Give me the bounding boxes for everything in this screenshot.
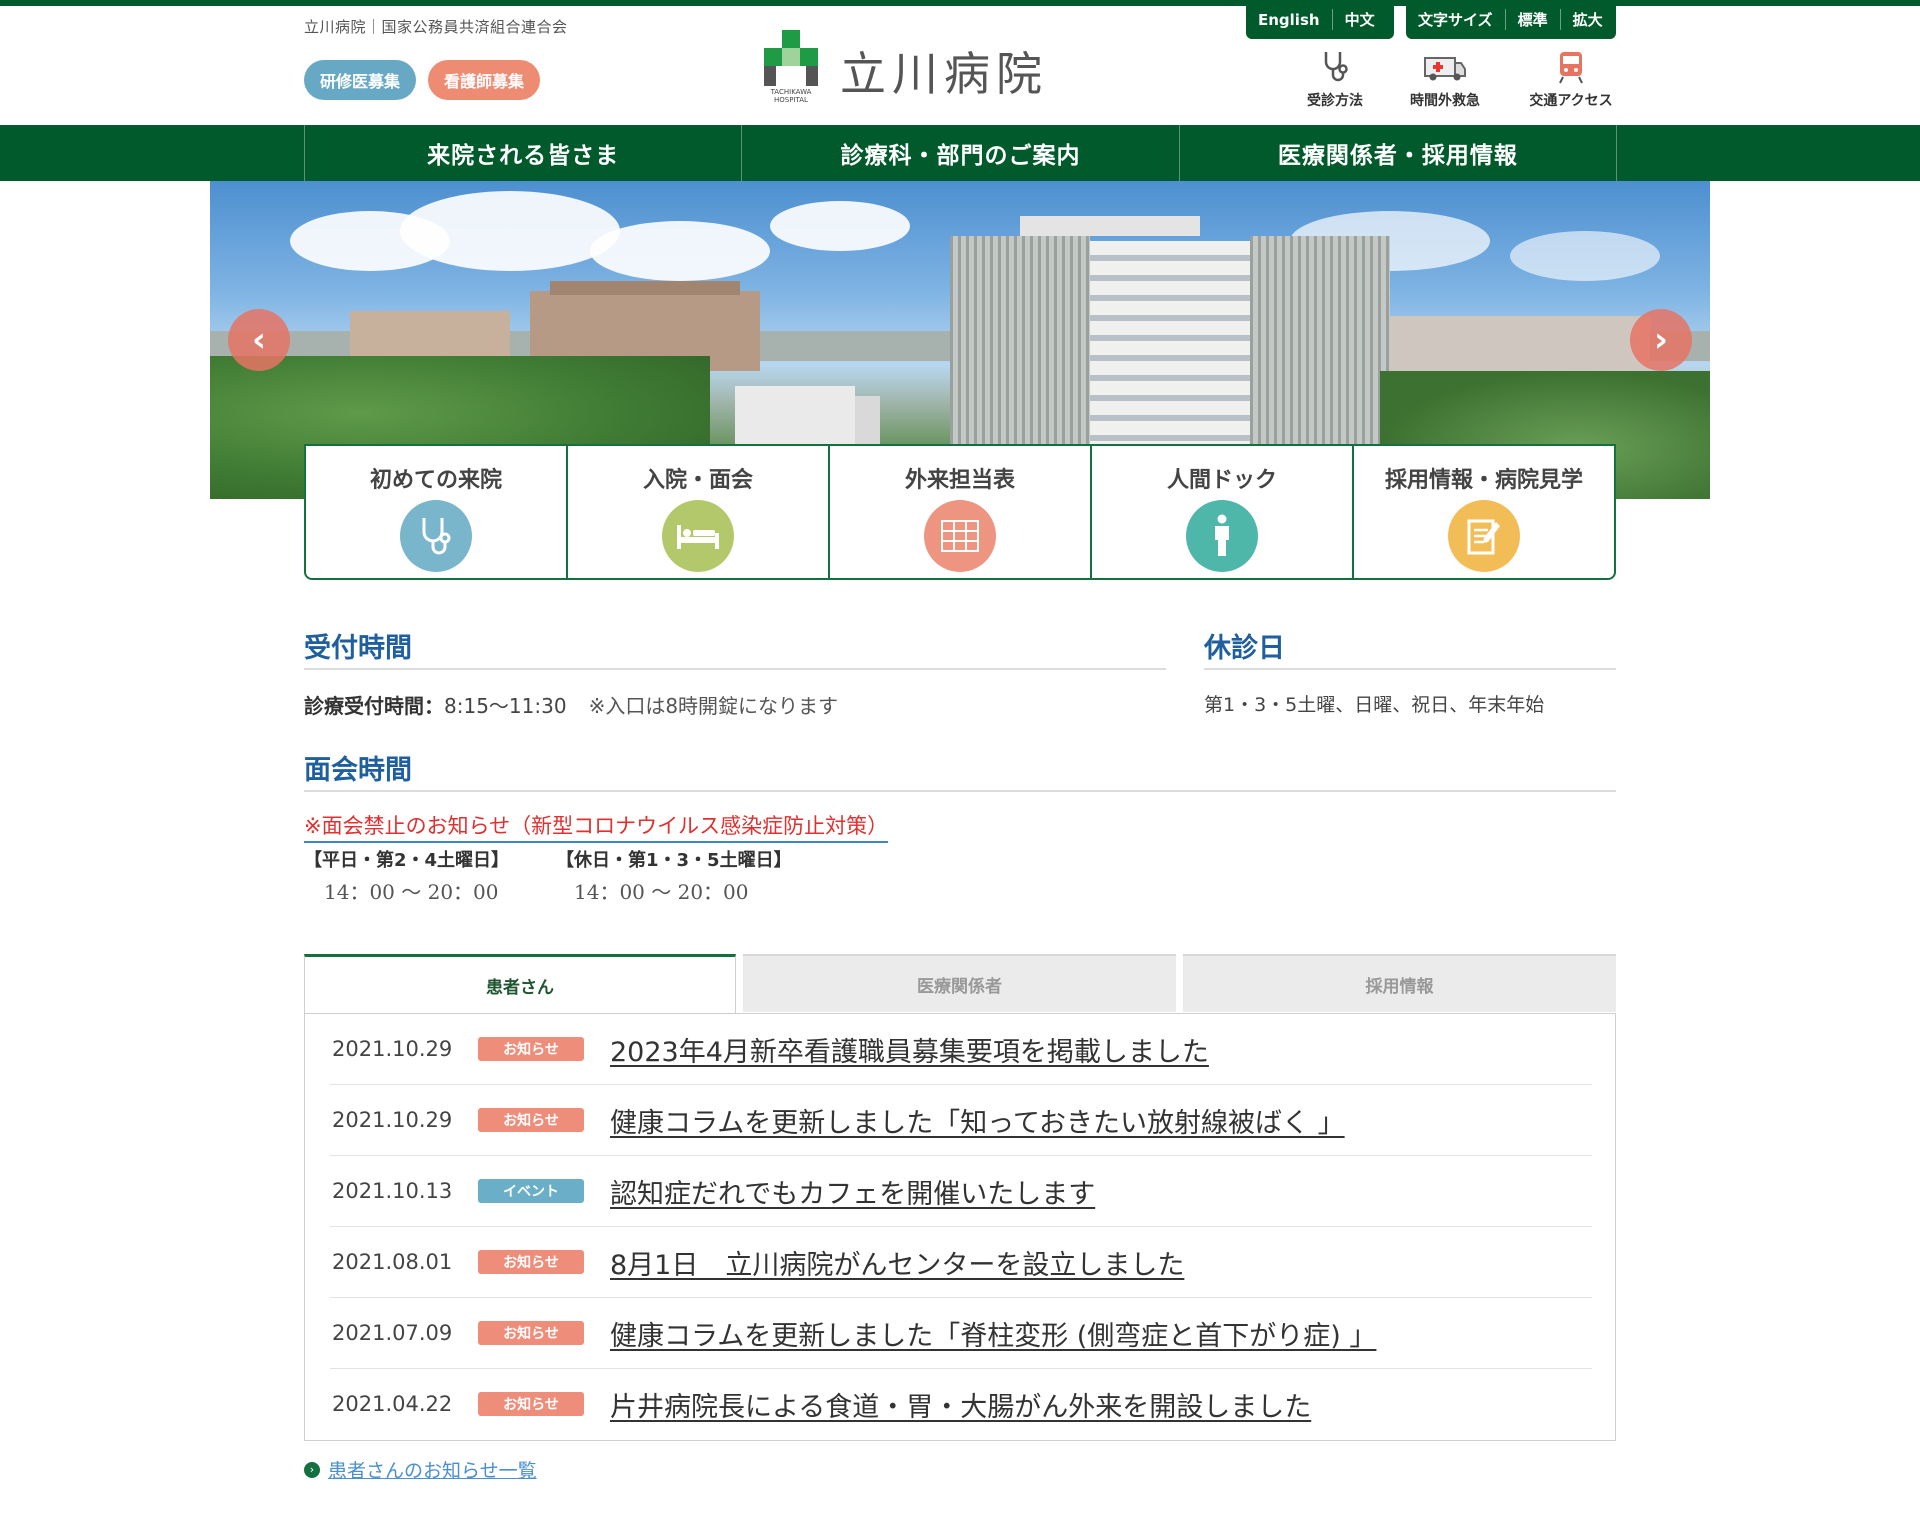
category-label: 入院・面会 — [642, 468, 753, 493]
slider-prev-button[interactable]: ‹ — [228, 309, 290, 371]
news-badge: お知らせ — [478, 1250, 584, 1274]
news-title-link[interactable]: 健康コラムを更新しました「脊柱変形 (側弯症と首下がり症) 」 — [610, 1314, 1376, 1353]
holiday-visit-time: 14：00 ～ 20：00 — [574, 880, 749, 904]
reception-hours-text: 診療受付時間：8:15～11:30 ※入口は8時開錠になります — [304, 690, 838, 719]
stethoscope-icon — [1290, 50, 1380, 84]
nav-medical-staff[interactable]: 医療関係者・採用情報 — [1180, 125, 1617, 181]
font-standard-button[interactable]: 標準 — [1504, 9, 1560, 30]
resident-recruit-button[interactable]: 研修医募集 — [304, 60, 416, 100]
ambulance-icon — [1400, 50, 1490, 84]
news-item: 2021.10.13 イベント 認知症だれでもカフェを開催いたします — [330, 1156, 1592, 1227]
weekday-visit-time: 14：00 ～ 20：00 — [324, 880, 499, 904]
news-title-link[interactable]: 健康コラムを更新しました「知っておきたい放射線被ばく 」 — [610, 1101, 1345, 1140]
news-title-link[interactable]: 片井病院長による食道・胃・大腸がん外来を開設しました — [610, 1385, 1311, 1424]
access-label: 交通アクセス — [1529, 93, 1613, 109]
reception-hours-label: 診療受付時間： — [304, 694, 444, 718]
english-link[interactable]: English — [1246, 11, 1332, 29]
calendar-grid-icon — [924, 500, 996, 572]
category-label: 初めての来院 — [369, 468, 502, 493]
news-tabs: 患者さん 医療関係者 採用情報 — [304, 954, 1616, 1014]
nav-departments[interactable]: 診療科・部門のご案内 — [742, 125, 1180, 181]
category-label: 人間ドック — [1166, 468, 1277, 493]
nurse-recruit-button[interactable]: 看護師募集 — [428, 60, 540, 100]
news-badge: お知らせ — [478, 1392, 584, 1416]
news-archive-label: 患者さんのお知らせ一覧 — [328, 1460, 537, 1482]
consult-method-link[interactable]: 受診方法 — [1290, 50, 1380, 110]
emergency-label: 時間外救急 — [1410, 93, 1480, 109]
news-item: 2021.07.09 お知らせ 健康コラムを更新しました「脊柱変形 (側弯症と首… — [330, 1298, 1592, 1369]
news-item: 2021.08.01 お知らせ 8月1日 立川病院がんセンターを設立しました — [330, 1227, 1592, 1298]
news-date: 2021.08.01 — [332, 1250, 453, 1274]
news-badge: お知らせ — [478, 1037, 584, 1061]
news-date: 2021.10.29 — [332, 1037, 453, 1061]
visit-ban-notice-link[interactable]: ※面会禁止のお知らせ（新型コロナウイルス感染症防止対策） — [304, 810, 889, 843]
category-recruit-tour[interactable]: 採用情報・病院見学 — [1354, 446, 1614, 578]
reception-hours-heading: 受付時間 — [304, 633, 412, 664]
tab-recruitment[interactable]: 採用情報 — [1183, 954, 1616, 1012]
heading-divider — [1204, 668, 1616, 670]
emergency-link[interactable]: 時間外救急 — [1400, 50, 1490, 110]
heading-divider — [304, 668, 1166, 670]
font-large-button[interactable]: 拡大 — [1559, 9, 1615, 30]
category-admission[interactable]: 入院・面会 — [568, 446, 830, 578]
entrance-note: ※入口は8時開錠になります — [588, 694, 839, 718]
top-accent-bar — [0, 0, 1920, 6]
clipboard-pen-icon — [1448, 500, 1520, 572]
news-archive-link[interactable]: › 患者さんのお知らせ一覧 — [304, 1456, 537, 1483]
news-date: 2021.10.13 — [332, 1179, 453, 1203]
news-badge: イベント — [478, 1179, 584, 1203]
nav-visitors[interactable]: 来院される皆さま — [305, 125, 743, 181]
bed-icon — [662, 500, 734, 572]
tab-patients[interactable]: 患者さん — [304, 954, 736, 1014]
news-badge: お知らせ — [478, 1108, 584, 1132]
category-label: 採用情報・病院見学 — [1384, 468, 1583, 493]
category-menu: 初めての来院 入院・面会 外来担当表 人間ドック 採用情報・病院見学 — [304, 444, 1616, 580]
category-first-visit[interactable]: 初めての来院 — [306, 446, 568, 578]
news-title-link[interactable]: 2023年4月新卒看護職員募集要項を掲載しました — [610, 1030, 1209, 1069]
news-badge: お知らせ — [478, 1321, 584, 1345]
slider-next-button[interactable]: › — [1630, 309, 1692, 371]
news-date: 2021.07.09 — [332, 1321, 453, 1345]
human-body-icon — [1186, 500, 1258, 572]
news-title-link[interactable]: 認知症だれでもカフェを開催いたします — [610, 1172, 1095, 1211]
category-label: 外来担当表 — [904, 468, 1015, 493]
news-item: 2021.10.29 お知らせ 健康コラムを更新しました「知っておきたい放射線被… — [330, 1085, 1592, 1156]
font-size-switcher: 文字サイズ 標準 拡大 — [1406, 0, 1616, 39]
stethoscope-icon — [400, 500, 472, 572]
news-date: 2021.10.29 — [332, 1108, 453, 1132]
tab-medical-professionals[interactable]: 医療関係者 — [743, 954, 1176, 1012]
news-date: 2021.04.22 — [332, 1392, 453, 1416]
hospital-logo[interactable]: TACHIKAWA HOSPITAL 立川病院 — [760, 30, 1048, 104]
consult-method-label: 受診方法 — [1307, 93, 1363, 109]
train-icon — [1526, 50, 1616, 84]
organization-text: 立川病院｜国家公務員共済組合連合会 — [304, 18, 568, 36]
weekday-visit-label: 【平日・第2・4土曜日】 — [304, 850, 510, 871]
reception-hours-value: 8:15～11:30 — [444, 694, 567, 718]
access-link[interactable]: 交通アクセス — [1526, 50, 1616, 110]
category-health-checkup[interactable]: 人間ドック — [1092, 446, 1354, 578]
font-size-label: 文字サイズ — [1418, 11, 1493, 29]
main-nav: 来院される皆さま 診療科・部門のご案内 医療関係者・採用情報 — [0, 125, 1920, 181]
logo-mark-icon: TACHIKAWA HOSPITAL — [760, 30, 822, 104]
holiday-text: 第1・3・5土曜、日曜、祝日、年末年始 — [1204, 694, 1545, 716]
category-outpatient-schedule[interactable]: 外来担当表 — [830, 446, 1092, 578]
logo-text: 立川病院 — [840, 47, 1048, 101]
news-list: 2021.10.29 お知らせ 2023年4月新卒看護職員募集要項を掲載しました… — [304, 1013, 1616, 1441]
holiday-visit-label: 【休日・第1・3・5土曜日】 — [556, 850, 792, 871]
visiting-hours-heading: 面会時間 — [304, 755, 412, 786]
chevron-right-icon: › — [304, 1461, 320, 1478]
heading-divider — [304, 790, 1616, 792]
logo-subtitle: TACHIKAWA HOSPITAL — [770, 88, 812, 104]
news-title-link[interactable]: 8月1日 立川病院がんセンターを設立しました — [610, 1243, 1184, 1282]
holiday-heading: 休診日 — [1204, 633, 1285, 664]
chinese-link[interactable]: 中文 — [1331, 9, 1387, 30]
news-item: 2021.10.29 お知らせ 2023年4月新卒看護職員募集要項を掲載しました — [330, 1014, 1592, 1085]
news-item: 2021.04.22 お知らせ 片井病院長による食道・胃・大腸がん外来を開設しま… — [330, 1369, 1592, 1439]
language-switcher: English 中文 — [1246, 0, 1394, 39]
